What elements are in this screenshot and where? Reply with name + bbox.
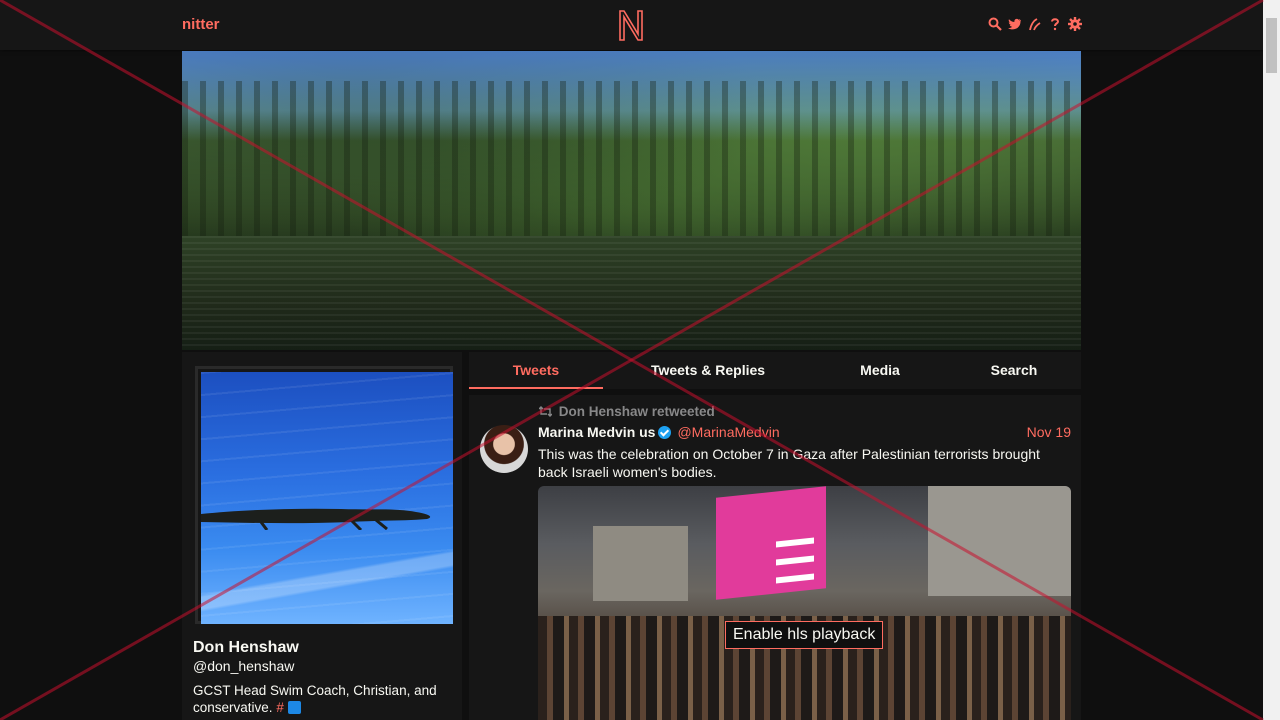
avatar-image — [201, 372, 453, 624]
media-building — [928, 486, 1071, 596]
tweet-date[interactable]: Nov 19 — [1027, 424, 1071, 440]
retweet-header: Don Henshaw retweeted — [538, 404, 715, 419]
bio-hashtag[interactable]: # — [276, 700, 284, 715]
brand-link[interactable]: nitter — [182, 16, 220, 33]
tweet-author-handle[interactable]: @MarinaMedvin — [677, 424, 779, 440]
media-building — [593, 526, 688, 601]
profile-username[interactable]: @don_henshaw — [193, 658, 294, 674]
bio-text: GCST Head Swim Coach, Christian, and con… — [193, 683, 437, 715]
blue-square-emoji — [287, 701, 301, 714]
rss-icon[interactable] — [1028, 15, 1042, 33]
profile-avatar[interactable] — [195, 366, 453, 624]
tab-media[interactable]: Media — [830, 352, 930, 389]
profile-banner[interactable] — [182, 51, 1081, 350]
tweet-text: This was the celebration on October 7 in… — [538, 446, 1040, 480]
media-billboard — [716, 486, 826, 600]
tweet-author: Marina Medvin us @MarinaMedvin — [538, 424, 780, 440]
tweet-video[interactable]: Enable hls playback — [538, 486, 1071, 720]
timeline-tabs: Tweets Tweets & Replies Media Search — [469, 352, 1081, 389]
verified-icon — [658, 426, 672, 439]
scrollbar[interactable] — [1263, 0, 1280, 720]
profile-fullname[interactable]: Don Henshaw — [193, 639, 299, 657]
settings-icon[interactable] — [1068, 15, 1082, 33]
help-icon[interactable] — [1048, 15, 1062, 33]
scrollbar-thumb[interactable] — [1266, 18, 1277, 73]
banner-trees — [182, 81, 1081, 241]
alligator-shape — [201, 508, 431, 530]
twitter-icon[interactable] — [1008, 15, 1022, 33]
retweet-icon — [538, 406, 553, 417]
retweet-label[interactable]: Don Henshaw retweeted — [559, 404, 715, 419]
nitter-logo[interactable] — [617, 8, 645, 42]
timeline: Don Henshaw retweeted Marina Medvin us @M… — [469, 395, 1081, 720]
tab-tweets[interactable]: Tweets — [469, 352, 603, 389]
tweet-author-avatar[interactable] — [480, 425, 528, 473]
search-icon[interactable] — [988, 15, 1002, 33]
navbar: nitter — [0, 0, 1280, 50]
profile-bio: GCST Head Swim Coach, Christian, and con… — [193, 682, 455, 716]
tweet-author-name[interactable]: Marina Medvin us — [538, 424, 655, 440]
tab-tweets-replies[interactable]: Tweets & Replies — [633, 352, 783, 389]
tab-search[interactable]: Search — [964, 352, 1064, 389]
banner-water — [182, 236, 1081, 350]
profile-card: Don Henshaw @don_henshaw GCST Head Swim … — [182, 352, 462, 720]
nav-icons — [988, 15, 1082, 33]
enable-hls-playback-button[interactable]: Enable hls playback — [725, 621, 884, 649]
